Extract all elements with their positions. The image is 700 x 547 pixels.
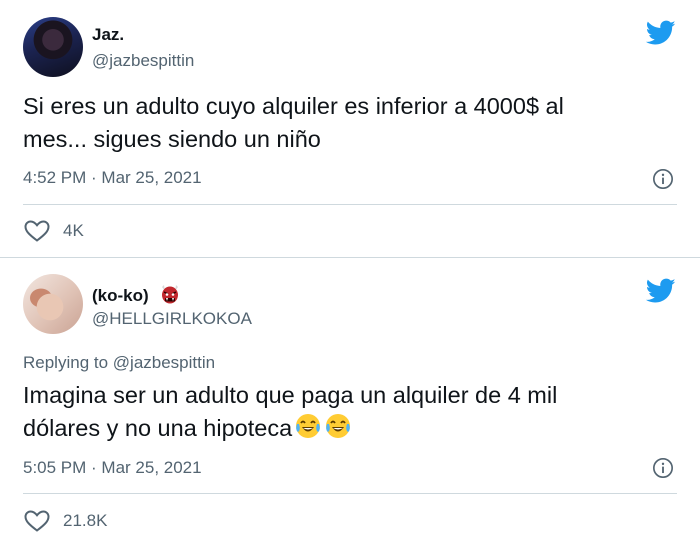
- tweet-text-line: mes... sigues siendo un niño: [23, 126, 321, 152]
- twitter-bird-icon[interactable]: [646, 278, 676, 304]
- tears-of-joy-emoji-icon: [294, 412, 322, 440]
- tweet-text-line: Si eres un adulto cuyo alquiler es infer…: [23, 93, 564, 119]
- like-count: 4K: [63, 221, 84, 240]
- user-handle[interactable]: @HELLGIRLKOKOA: [92, 309, 252, 329]
- timestamp[interactable]: 4:52 PM · Mar 25, 2021: [23, 168, 202, 188]
- display-name[interactable]: Jaz.: [92, 25, 124, 45]
- replying-to: Replying to @jazbespittin: [23, 353, 215, 373]
- info-icon[interactable]: [652, 457, 674, 479]
- avatar[interactable]: [23, 17, 83, 77]
- display-name[interactable]: (ko-ko): [92, 283, 181, 306]
- timestamp[interactable]: 5:05 PM · Mar 25, 2021: [23, 458, 202, 478]
- tears-of-joy-emoji-icon: [324, 412, 352, 440]
- tweet-text-line: Imagina ser un adulto que paga un alquil…: [23, 382, 558, 408]
- like-button[interactable]: 4K: [23, 219, 84, 243]
- tweet-text: Imagina ser un adulto que paga un alquil…: [23, 379, 663, 445]
- display-name-text: (ko-ko): [92, 286, 149, 305]
- divider: [23, 204, 677, 205]
- like-button[interactable]: 21.8K: [23, 509, 107, 533]
- user-handle[interactable]: @jazbespittin: [92, 51, 194, 71]
- divider: [23, 493, 677, 494]
- tweet-text-line-text: dólares y no una hipoteca: [23, 415, 293, 441]
- tweet-1: Jaz. @jazbespittin Si eres un adulto cuy…: [0, 0, 700, 257]
- info-icon[interactable]: [652, 168, 674, 190]
- twitter-bird-icon[interactable]: [646, 20, 676, 46]
- ogre-emoji-icon: [162, 285, 179, 304]
- replying-to-label: Replying to: [23, 353, 113, 372]
- tweet-text: Si eres un adulto cuyo alquiler es infer…: [23, 90, 663, 156]
- heart-icon: [24, 510, 50, 532]
- tweet-2: (ko-ko) @HELLGIRLKOKOA Replying to @jazb…: [0, 258, 700, 547]
- like-count: 21.8K: [63, 511, 108, 530]
- tweet-text-line: dólares y no una hipoteca: [23, 412, 663, 445]
- heart-icon: [24, 220, 50, 242]
- replying-to-mention[interactable]: @jazbespittin: [113, 353, 215, 372]
- avatar[interactable]: [23, 274, 83, 334]
